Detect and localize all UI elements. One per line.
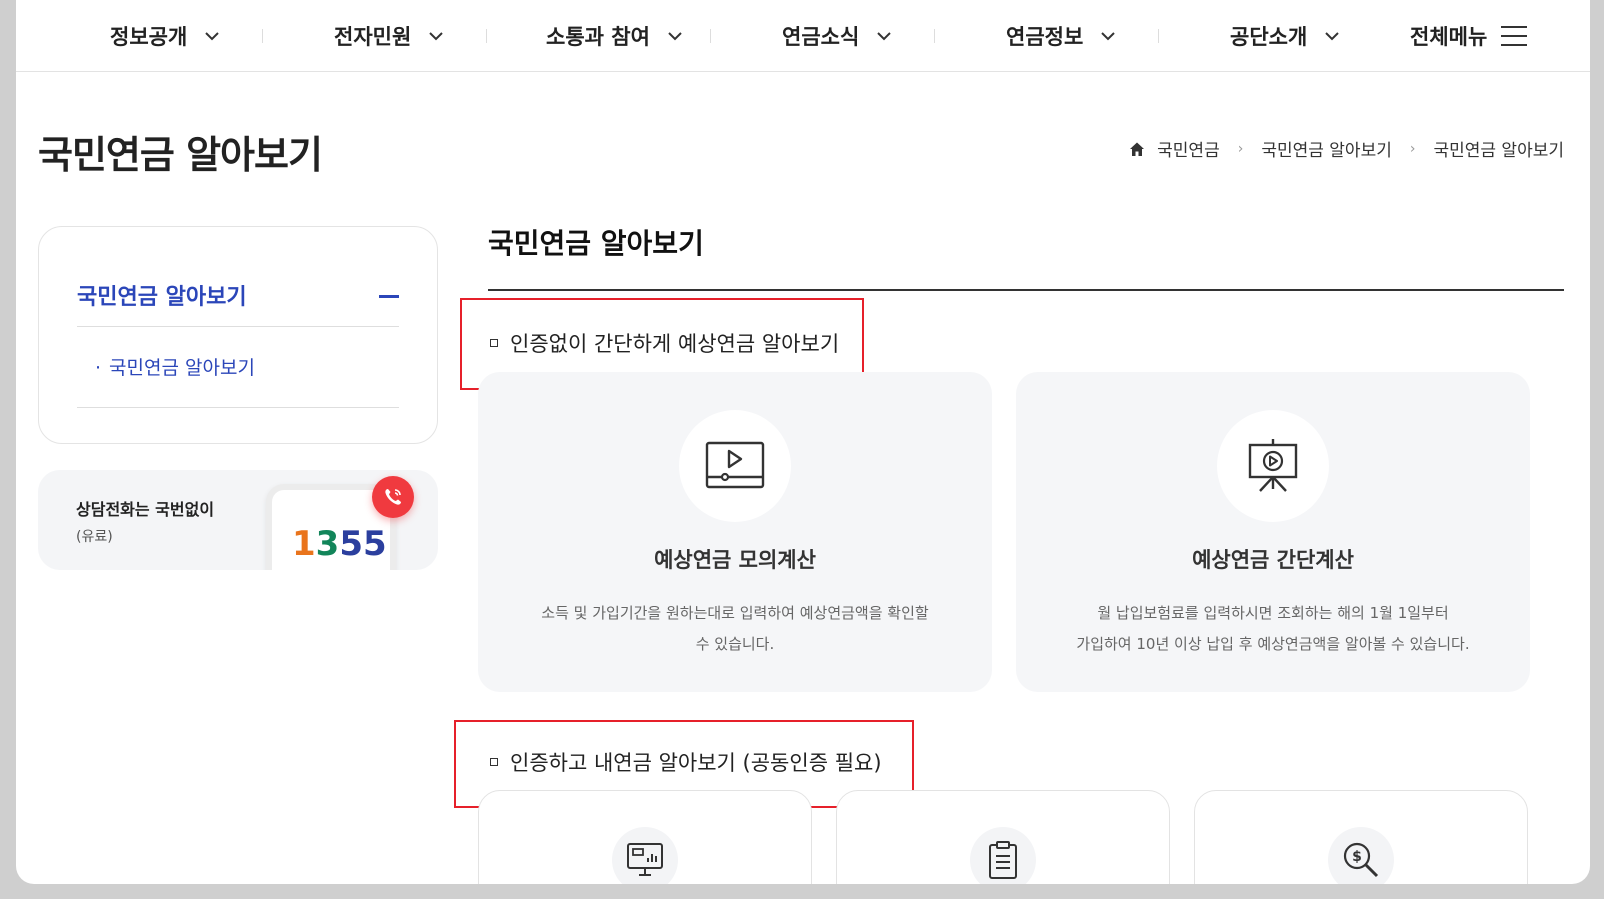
page-title: 국민연금 알아보기 <box>38 133 323 177</box>
nav-divider <box>262 29 263 43</box>
card-icon-circle <box>612 827 678 884</box>
card-title: 예상연금 간단계산 <box>1192 548 1354 572</box>
nav-item-info-disclosure[interactable]: 정보공개 <box>110 0 221 72</box>
page-frame: 정보공개 전자민원 소통과 참여 연금소식 연금정보 공단소개 전체메뉴 국민연… <box>16 0 1590 884</box>
nav-item-communication[interactable]: 소통과 참여 <box>546 0 684 72</box>
sidebar-title[interactable]: 국민연금 알아보기 <box>77 279 247 311</box>
nav-divider <box>486 29 487 43</box>
chevron-down-icon <box>205 32 219 41</box>
card-desc-line: 수 있습니다. <box>695 635 775 653</box>
svg-text:$: $ <box>1352 849 1362 865</box>
sidebar-menu: 국민연금 알아보기 국민연금 알아보기 <box>38 226 438 444</box>
dollar-search-icon: $ <box>1343 842 1379 878</box>
nav-label: 연금정보 <box>1006 25 1084 49</box>
card-my-pension-1[interactable] <box>478 790 812 884</box>
all-menu-button[interactable]: 전체메뉴 <box>1410 0 1528 72</box>
card-description: 월 납입보험료를 입력하시면 조회하는 해의 1월 1일부터 가입하여 10년 … <box>1046 598 1500 660</box>
card-icon-circle: $ <box>1328 827 1394 884</box>
monitor-chart-icon <box>627 843 663 876</box>
home-icon[interactable] <box>1129 141 1145 157</box>
card-desc-line: 월 납입보험료를 입력하시면 조회하는 해의 1월 1일부터 <box>1097 604 1449 622</box>
nav-item-about[interactable]: 공단소개 <box>1230 0 1341 72</box>
nav-item-e-civil[interactable]: 전자민원 <box>334 0 445 72</box>
card-my-pension-3[interactable]: $ <box>1194 790 1528 884</box>
chevron-down-icon <box>668 32 682 41</box>
sidebar-sub-item[interactable]: 국민연금 알아보기 <box>95 353 255 380</box>
call-digit: 5 <box>339 524 364 564</box>
nav-item-pension-news[interactable]: 연금소식 <box>782 0 893 72</box>
all-menu-label: 전체메뉴 <box>1410 25 1488 49</box>
divider <box>77 326 399 327</box>
collapse-icon[interactable] <box>379 295 399 298</box>
chevron-down-icon <box>1101 32 1115 41</box>
card-simulated-calculation[interactable]: 예상연금 모의계산 소득 및 가입기간을 원하는대로 입력하여 예상연금액을 확… <box>478 372 992 692</box>
call-number: 1355 <box>292 524 387 564</box>
top-navigation: 정보공개 전자민원 소통과 참여 연금소식 연금정보 공단소개 전체메뉴 <box>16 0 1590 72</box>
nav-label: 소통과 참여 <box>546 25 650 49</box>
card-desc-line: 소득 및 가입기간을 원하는대로 입력하여 예상연금액을 확인할 <box>541 604 929 622</box>
nav-label: 연금소식 <box>782 25 860 49</box>
phone-call-icon[interactable] <box>372 476 414 518</box>
card-simple-calculation[interactable]: 예상연금 간단계산 월 납입보험료를 입력하시면 조회하는 해의 1월 1일부터… <box>1016 372 1530 692</box>
divider <box>77 407 399 408</box>
call-label: 상담전화는 국번없이 <box>76 500 215 519</box>
chevron-down-icon <box>1325 32 1339 41</box>
nav-label: 공단소개 <box>1230 25 1308 49</box>
clipboard-list-icon <box>989 841 1017 879</box>
title-underline <box>488 289 1564 291</box>
nav-label: 전자민원 <box>334 25 412 49</box>
card-icon-circle <box>1217 410 1329 522</box>
breadcrumb: 국민연금 › 국민연금 알아보기 › 국민연금 알아보기 <box>1129 136 1564 161</box>
card-desc-line: 가입하여 10년 이상 납입 후 예상연금액을 알아볼 수 있습니다. <box>1076 635 1470 653</box>
hamburger-icon <box>1501 25 1528 47</box>
card-description: 소득 및 가입기간을 원하는대로 입력하여 예상연금액을 확인할 수 있습니다. <box>508 598 962 660</box>
chevron-down-icon <box>877 32 891 41</box>
nav-label: 정보공개 <box>110 25 188 49</box>
call-digit: 3 <box>315 524 340 564</box>
breadcrumb-item-current[interactable]: 국민연금 알아보기 <box>1433 136 1564 161</box>
card-title: 예상연금 모의계산 <box>654 548 816 572</box>
chevron-down-icon <box>429 32 443 41</box>
chevron-right-icon: › <box>1409 140 1416 157</box>
card-icon-circle <box>679 410 791 522</box>
nav-divider <box>1158 29 1159 43</box>
video-player-icon <box>705 441 765 489</box>
nav-item-pension-info[interactable]: 연금정보 <box>1006 0 1117 72</box>
card-my-pension-2[interactable] <box>836 790 1170 884</box>
call-sub-label: (유료) <box>76 529 113 545</box>
content-title: 국민연금 알아보기 <box>488 227 704 260</box>
presentation-icon <box>1248 439 1298 492</box>
breadcrumb-item[interactable]: 국민연금 <box>1157 136 1220 161</box>
card-icon-circle <box>970 827 1036 884</box>
nav-divider <box>710 29 711 43</box>
call-digit: 1 <box>292 524 316 564</box>
nav-divider <box>934 29 935 43</box>
chevron-right-icon: › <box>1237 140 1244 157</box>
breadcrumb-item[interactable]: 국민연금 알아보기 <box>1261 136 1392 161</box>
call-digit: 5 <box>363 524 387 564</box>
